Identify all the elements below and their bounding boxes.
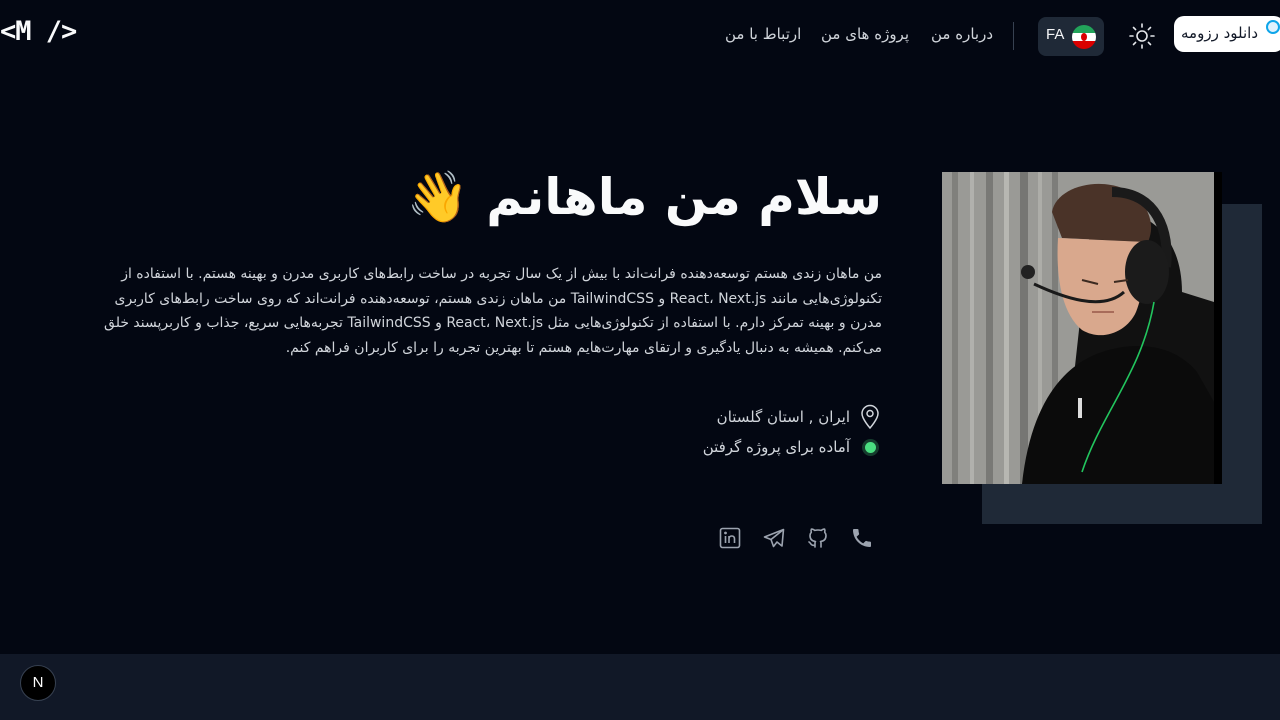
location-row: ایران , استان گلستان (717, 404, 882, 430)
top-nav: ارتباط با من پروژه های من درباره من FA د… (0, 0, 1280, 70)
theme-toggle-button[interactable] (1128, 22, 1156, 50)
location-pin-icon (861, 404, 879, 430)
notification-dot (1266, 20, 1280, 34)
resume-label: دانلود رزومه (1181, 24, 1258, 42)
telegram-link[interactable] (762, 526, 786, 550)
nav-contact[interactable]: ارتباط با من (725, 25, 801, 43)
availability-text: آماده برای پروژه گرفتن (702, 438, 850, 456)
nextjs-dev-badge[interactable]: N (20, 665, 56, 701)
linkedin-icon (719, 527, 741, 549)
download-resume-button[interactable]: دانلود رزومه (1174, 16, 1280, 52)
status-dot (864, 441, 876, 453)
phone-icon (853, 529, 871, 547)
iran-flag-icon (1072, 25, 1096, 49)
hero-title: سلام من ماهانم 👋 (406, 168, 882, 226)
sun-icon (1129, 23, 1155, 49)
footer-bar (0, 654, 1280, 720)
location-text: ایران , استان گلستان (716, 408, 850, 426)
phone-link[interactable] (850, 526, 874, 550)
github-icon (808, 528, 827, 548)
linkedin-link[interactable] (718, 526, 742, 550)
profile-photo (942, 172, 1222, 484)
telegram-icon (763, 528, 785, 548)
language-label: FA (1046, 26, 1065, 43)
hero-description: من ماهان زندی هستم توسعه‌دهنده فرانت‌اند… (104, 266, 882, 356)
nav-about[interactable]: درباره من (931, 25, 993, 43)
nav-projects[interactable]: پروژه های من (821, 25, 909, 43)
language-switch-button[interactable]: FA (1038, 17, 1104, 56)
nav-divider (1013, 22, 1014, 50)
availability-row: آماده برای پروژه گرفتن (703, 438, 882, 456)
github-link[interactable] (806, 526, 830, 550)
profile-photo-illustration (942, 172, 1222, 484)
